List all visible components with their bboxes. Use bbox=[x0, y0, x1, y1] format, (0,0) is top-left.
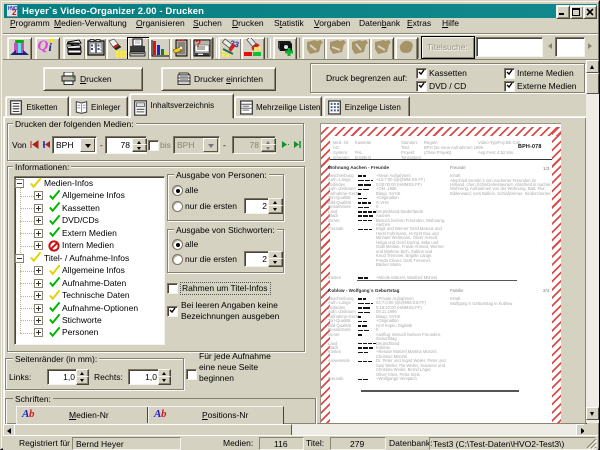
svg-text:?: ? bbox=[195, 39, 201, 50]
